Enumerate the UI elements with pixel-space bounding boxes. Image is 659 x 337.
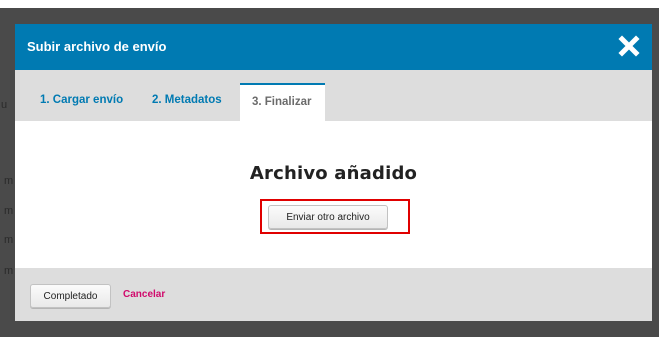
- background-text-fragment: m: [4, 234, 14, 246]
- background-text-fragment: m: [4, 265, 14, 277]
- modal-header: Subir archivo de envío: [15, 24, 652, 70]
- close-x-icon: [618, 35, 640, 57]
- tab-upload-submission[interactable]: 1. Cargar envío: [28, 83, 135, 121]
- close-button[interactable]: [617, 34, 641, 58]
- background-text-fragment: m: [4, 175, 14, 187]
- wizard-tabs: 1. Cargar envío 2. Metadatos 3. Finaliza…: [15, 70, 652, 121]
- modal-title: Subir archivo de envío: [27, 39, 167, 54]
- file-added-heading: Archivo añadido: [249, 163, 418, 184]
- background-text-fragment: u: [1, 99, 8, 111]
- background-text-fragment: m: [4, 205, 14, 217]
- cancel-link[interactable]: Cancelar: [123, 289, 165, 300]
- tab-finish[interactable]: 3. Finalizar: [240, 83, 325, 121]
- done-button[interactable]: Completado: [30, 284, 111, 308]
- tab-metadata[interactable]: 2. Metadatos: [140, 83, 234, 121]
- modal-footer: Completado Cancelar: [15, 268, 652, 321]
- upload-another-file-button[interactable]: Enviar otro archivo: [268, 205, 388, 229]
- modal-body: Archivo añadido Enviar otro archivo: [15, 121, 652, 268]
- upload-file-modal: Subir archivo de envío 1. Cargar envío 2…: [15, 24, 652, 321]
